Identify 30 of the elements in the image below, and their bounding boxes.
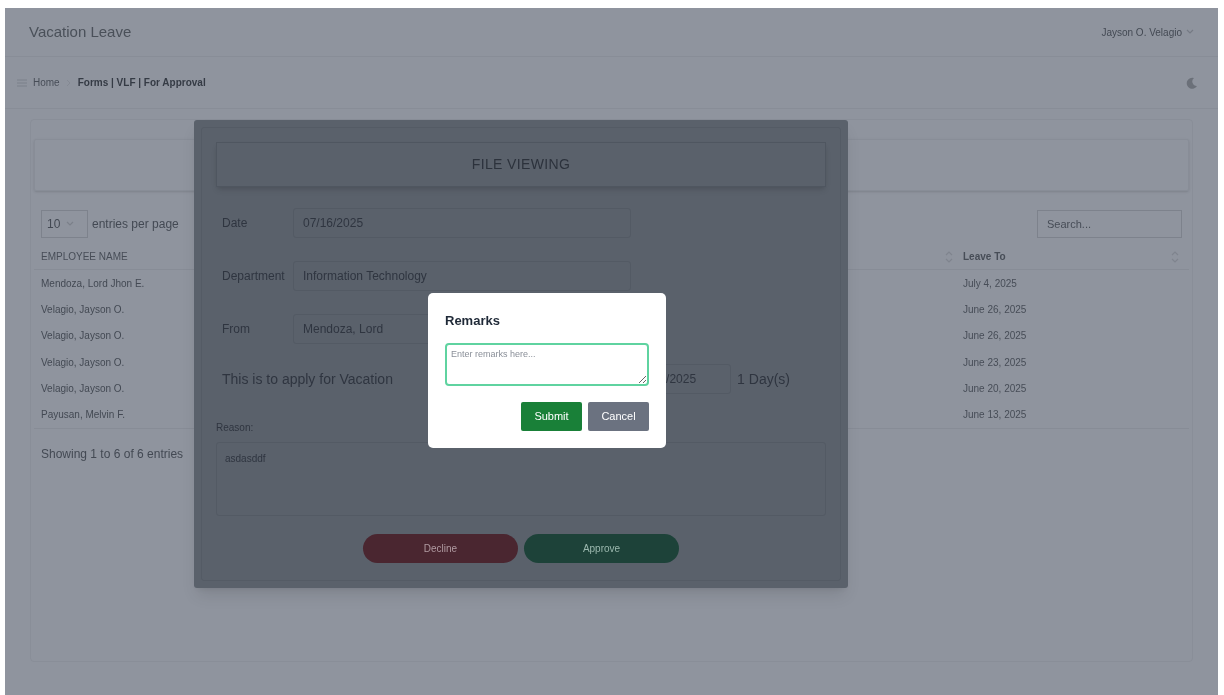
- table-cell-text: Mendoza, Lord Jhon E.: [40, 276, 146, 291]
- breadcrumb-link[interactable]: Home: [33, 75, 60, 90]
- table-cell-text: Velagio, Jayson O.: [40, 355, 126, 370]
- table-cell-text: June 26, 2025: [963, 302, 1028, 317]
- column-header: EMPLOYEE NAME: [40, 250, 129, 264]
- approve-button[interactable]: Approve: [524, 534, 679, 563]
- table-cell-text: June 13, 2025: [963, 408, 1028, 423]
- remarks-field[interactable]: Enter remarks here...: [445, 342, 649, 386]
- entries-summary: Showing 1 to 6 of 6 entries: [41, 446, 184, 461]
- cancel-button[interactable]: Cancel: [588, 401, 649, 431]
- search-field[interactable]: Search...: [1037, 210, 1182, 238]
- dialog-title: Remarks: [445, 312, 501, 330]
- moon-icon[interactable]: [1186, 76, 1198, 89]
- page-size-label: entries per page: [92, 216, 179, 233]
- table-cell-text: July 4, 2025: [963, 276, 1018, 291]
- table-cell-text: June 26, 2025: [963, 329, 1028, 344]
- table-cell-text: Velagio, Jayson O.: [40, 302, 126, 317]
- page-size-select[interactable]: 10: [41, 210, 88, 238]
- column-header[interactable]: Leave To: [963, 249, 1006, 264]
- decline-button[interactable]: Decline: [363, 534, 518, 563]
- chevron-down-icon: [1186, 29, 1194, 35]
- table-cell-text: Velagio, Jayson O.: [40, 381, 126, 396]
- table-cell-text: June 23, 2025: [963, 355, 1028, 370]
- breadcrumb-link[interactable]: Forms | VLF | For Approval: [77, 75, 206, 90]
- page-title: Vacation Leave: [29, 21, 132, 42]
- user-menu[interactable]: Jayson O. Velagio: [1101, 24, 1194, 40]
- table-cell-text: Velagio, Jayson O.: [40, 329, 126, 344]
- table-cell-text: June 20, 2025: [963, 381, 1028, 396]
- submit-button[interactable]: Submit: [521, 401, 582, 431]
- table-cell-text: Payusan, Melvin F.: [40, 408, 126, 423]
